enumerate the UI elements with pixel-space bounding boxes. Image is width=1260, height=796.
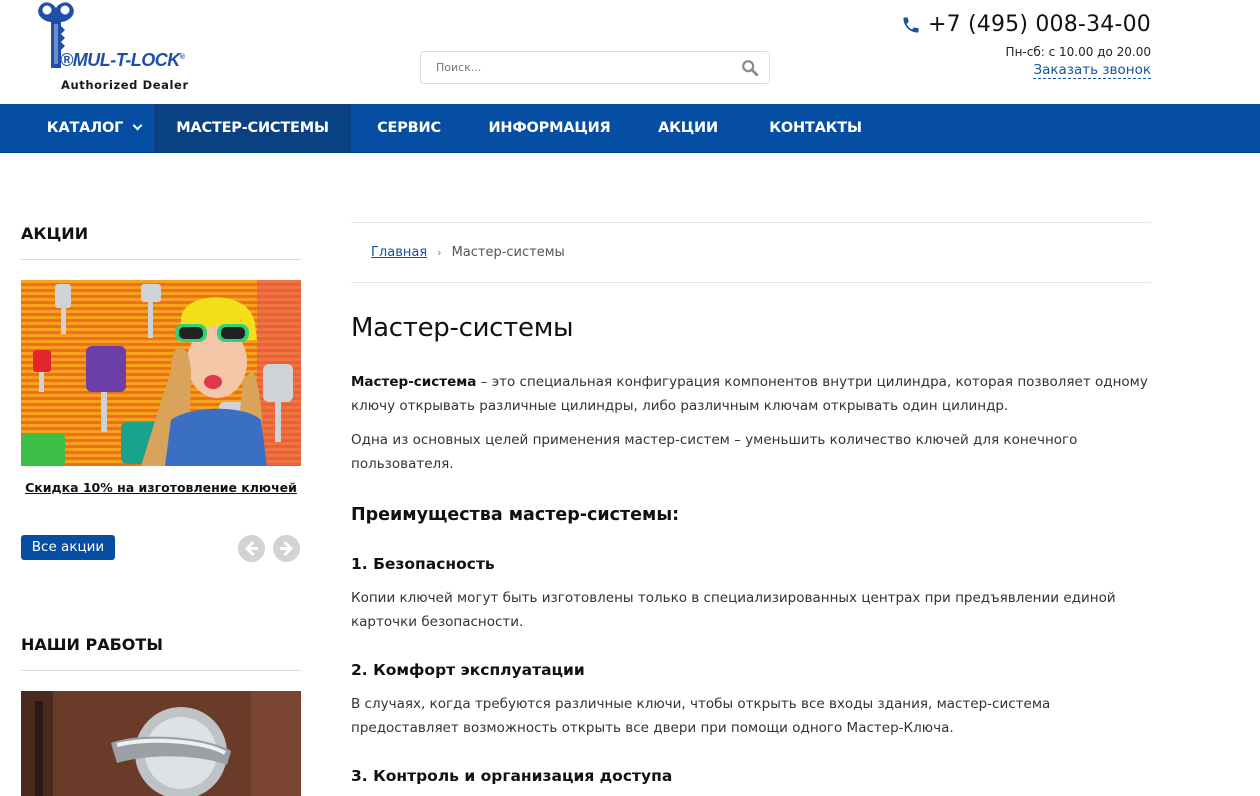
works-illustration [21,691,301,796]
goal-paragraph: Одна из основных целей применения мастер… [351,432,1078,472]
promo-image[interactable] [21,280,301,466]
nav-item-catalog[interactable]: КАТАЛОГ [34,104,154,152]
advantage-title: 1. Безопасность [351,555,495,573]
search-box [420,51,770,84]
breadcrumb: Главная › Мастер-системы [371,245,565,260]
advantage-text: Копии ключей могут быть изготовлены толь… [351,590,1116,630]
logo[interactable]: ®MUL-T-LOCK® Authorized Dealer [20,0,200,96]
nav-item-label: ИНФОРМАЦИЯ [488,120,611,136]
phone-row: +7 (495) 008-34-00 [901,12,1151,37]
advantage-title: 2. Комфорт эксплуатации [351,661,585,679]
nav-item-master-systems[interactable]: МАСТЕР-СИСТЕМЫ [154,104,351,152]
search-input[interactable] [421,52,721,83]
arrow-right-icon[interactable] [273,535,300,562]
promo-illustration [21,280,301,466]
nav-item-information[interactable]: ИНФОРМАЦИЯ [467,104,632,152]
main-nav: КАТАЛОГ МАСТЕР-СИСТЕМЫ СЕРВИС ИНФОРМАЦИЯ… [0,104,1260,153]
working-hours: Пн-сб: с 10.00 до 20.00 [1005,45,1151,59]
divider [351,282,1151,283]
works-title: НАШИ РАБОТЫ [21,635,163,654]
divider [21,670,301,671]
nav-item-label: КОНТАКТЫ [769,120,862,136]
advantage-title: 3. Контроль и организация доступа [351,767,673,785]
intro-term: Мастер-система [351,374,477,390]
advantages-title: Преимущества мастер-системы: [351,505,680,525]
breadcrumb-current: Мастер-системы [451,245,565,260]
divider [21,259,301,260]
all-promos-button[interactable]: Все акции [21,535,115,560]
advantage-text: В случаях, когда требуются различные клю… [351,696,1051,736]
nav-item-promotions[interactable]: АКЦИИ [632,104,744,152]
breadcrumb-home-link[interactable]: Главная [371,245,427,260]
brand-name: ®MUL-T-LOCK® [60,50,185,70]
page-title: Мастер-системы [351,313,574,343]
callback-link[interactable]: Заказать звонок [1033,62,1151,79]
intro-paragraph: Мастер-система – это специальная конфигу… [351,370,1151,418]
promo-caption-link[interactable]: Скидка 10% на изготовление ключей [21,478,301,497]
promos-title: АКЦИИ [21,224,89,243]
breadcrumb-separator: › [437,246,442,259]
brand-subtitle: Authorized Dealer [61,78,189,92]
nav-item-label: АКЦИИ [658,120,718,136]
arrow-left-icon[interactable] [238,535,265,562]
header: ®MUL-T-LOCK® Authorized Dealer +7 (495) … [0,0,1260,104]
phone-number[interactable]: +7 (495) 008-34-00 [928,12,1151,37]
nav-item-contacts[interactable]: КОНТАКТЫ [744,104,887,152]
nav-item-label: МАСТЕР-СИСТЕМЫ [176,120,329,136]
phone-icon [903,17,919,32]
divider [351,222,1151,223]
nav-item-label: СЕРВИС [377,120,441,136]
nav-item-label: КАТАЛОГ [46,120,124,136]
contact-block: +7 (495) 008-34-00 Пн-сб: с 10.00 до 20.… [901,12,1151,79]
nav-item-service[interactable]: СЕРВИС [351,104,467,152]
chevron-down-icon [132,120,143,131]
works-image[interactable] [21,691,301,796]
search-icon[interactable] [741,59,759,77]
